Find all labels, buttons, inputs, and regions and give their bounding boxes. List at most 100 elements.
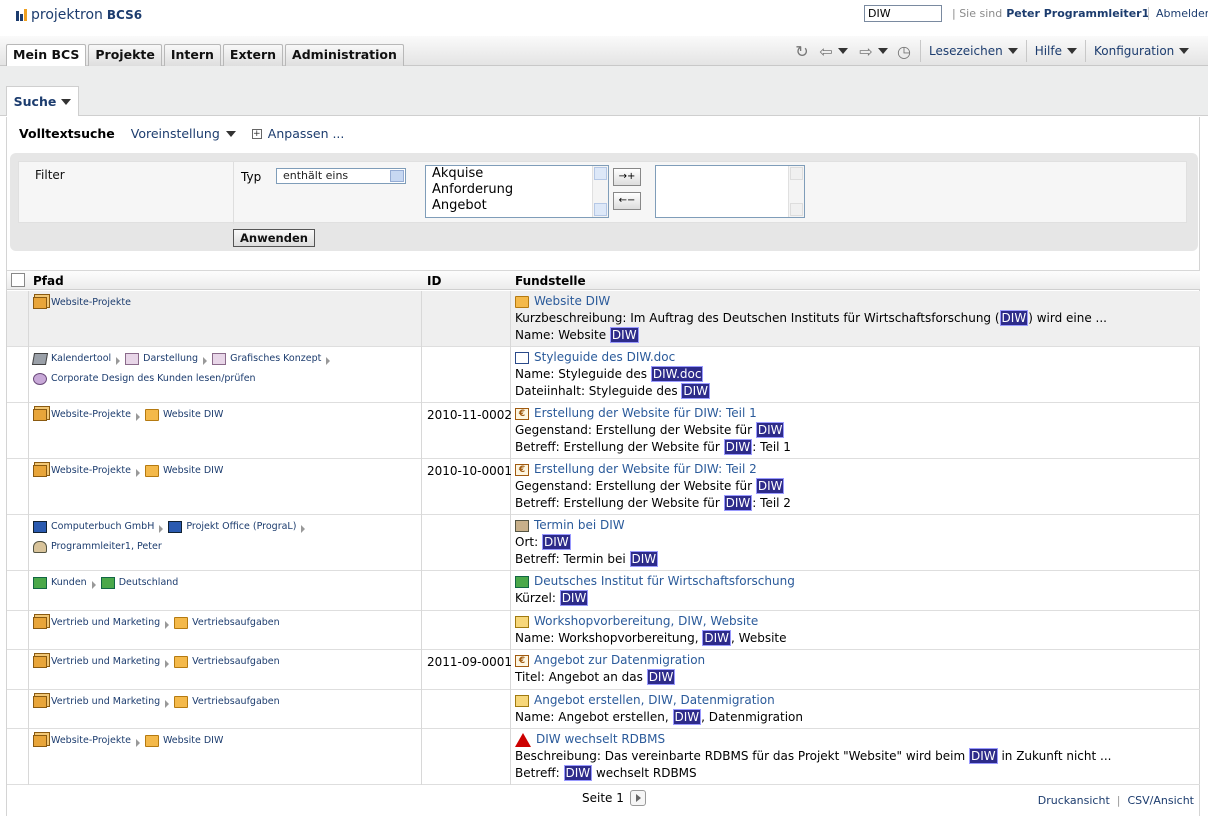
search-highlight: DIW xyxy=(672,709,702,725)
table-row[interactable]: Website-Projekte Website DIW Kurzbeschreib… xyxy=(7,291,1200,347)
folder-icon xyxy=(174,617,189,629)
path-segment[interactable]: Website-Projekte xyxy=(33,407,131,423)
hit-title-link[interactable]: € Erstellung der Website für DIW: Teil 2 xyxy=(515,461,1195,478)
person-icon xyxy=(33,541,47,553)
back-history-dropdown-icon[interactable] xyxy=(838,48,848,54)
path-segment-label: Website-Projekte xyxy=(51,735,131,746)
hit-line: Beschreibung: Das vereinbarte RDBMS für … xyxy=(515,748,1195,765)
print-view-link[interactable]: Druckansicht xyxy=(1038,794,1110,807)
path-segment[interactable]: Corporate Design des Kunden lesen/prüfen xyxy=(33,371,256,387)
path-segment-label: Darstellung xyxy=(143,353,199,364)
path-segment[interactable]: Website-Projekte xyxy=(33,733,131,749)
available-types-list[interactable]: Akquise Anforderung Angebot xyxy=(425,165,609,218)
hit-title-link[interactable]: € Angebot zur Datenmigration xyxy=(515,652,1195,669)
add-type-button[interactable]: →+ xyxy=(613,168,641,186)
path-segment[interactable]: Vertriebsaufgaben xyxy=(174,615,280,631)
logout-link[interactable]: Abmelden xyxy=(1148,7,1208,20)
list-scrollbar[interactable] xyxy=(788,166,804,217)
next-page-icon[interactable] xyxy=(629,790,646,806)
path-segment[interactable]: Vertrieb und Marketing xyxy=(33,654,160,670)
table-row[interactable]: Website-Projekte Website DIW 2010-11-0002 €… xyxy=(7,403,1200,459)
tab-administration[interactable]: Administration xyxy=(285,44,404,66)
path-segment[interactable]: Vertrieb und Marketing xyxy=(33,694,160,710)
column-path[interactable]: Pfad xyxy=(33,274,64,288)
refresh-icon[interactable]: ↻ xyxy=(790,40,814,62)
column-id[interactable]: ID xyxy=(427,274,441,288)
list-item[interactable]: Anforderung xyxy=(426,182,608,198)
search-tab[interactable]: Suche xyxy=(6,86,79,116)
path-segment[interactable]: Kunden xyxy=(33,575,87,591)
path-segment[interactable]: Deutschland xyxy=(100,575,178,591)
tab-mein-bcs[interactable]: Mein BCS xyxy=(6,44,87,66)
hit-title-link[interactable]: Termin bei DIW xyxy=(515,517,1195,534)
path-segment[interactable]: Computerbuch GmbH xyxy=(33,519,154,535)
forward-history-dropdown-icon[interactable] xyxy=(878,48,888,54)
table-row[interactable]: Website-Projekte Website DIW 2010-10-0001 €… xyxy=(7,459,1200,515)
path-segment[interactable]: Website-Projekte xyxy=(33,463,131,479)
forward-arrow-icon[interactable]: ⇨ xyxy=(854,40,878,62)
hit-cell: Workshopvorbereitung, DIW, Website Name: … xyxy=(515,613,1195,647)
hit-text: Betreff: xyxy=(515,766,564,780)
calendar-icon xyxy=(31,353,49,365)
preset-menu[interactable]: Voreinstellung xyxy=(131,126,236,141)
customize-link[interactable]: + Anpassen ... xyxy=(251,126,344,141)
path-segment-label: Vertrieb und Marketing xyxy=(51,617,161,628)
path-segment[interactable]: Projekt Office (PrograL) xyxy=(168,519,296,535)
folder-icon xyxy=(144,735,159,747)
hit-title-link[interactable]: Styleguide des DIW.doc xyxy=(515,349,1195,366)
path-segment[interactable]: Vertrieb und Marketing xyxy=(33,615,160,631)
path-segment[interactable]: Programmleiter1, Peter xyxy=(33,539,162,555)
hit-cell: € Erstellung der Website für DIW: Teil 1 G… xyxy=(515,405,1195,456)
remove-type-button[interactable]: ←− xyxy=(613,192,641,210)
search-tab-caret-icon xyxy=(61,98,72,105)
table-row[interactable]: Kunden Deutschland Deutsches Institut für … xyxy=(7,571,1200,611)
path-segment[interactable]: Grafisches Konzept xyxy=(212,351,321,367)
clear-history-icon[interactable]: ◷ xyxy=(892,40,916,62)
tab-extern[interactable]: Extern xyxy=(222,44,284,66)
path-segment[interactable]: Website-Projekte xyxy=(33,295,131,311)
path-segment[interactable]: Website DIW xyxy=(144,463,223,479)
tab-intern[interactable]: Intern xyxy=(163,44,221,66)
tab-projekte[interactable]: Projekte xyxy=(88,44,162,66)
sub-navigation: Suche xyxy=(0,66,1208,116)
expand-plus-icon: + xyxy=(251,128,262,139)
hit-title-link[interactable]: DIW wechselt RDBMS xyxy=(515,731,1195,748)
path-segment[interactable]: Vertriebsaufgaben xyxy=(174,654,280,670)
csv-view-link[interactable]: CSV/Ansicht xyxy=(1127,794,1194,807)
hit-text: Ort: xyxy=(515,535,542,549)
hit-title-link[interactable]: Workshopvorbereitung, DIW, Website xyxy=(515,613,1195,630)
table-row[interactable]: Website-Projekte Website DIW DIW wechselt … xyxy=(7,729,1200,785)
list-scrollbar[interactable] xyxy=(592,166,608,217)
hit-title-link[interactable]: Angebot erstellen, DIW, Datenmigration xyxy=(515,692,1195,709)
config-menu[interactable]: Konfiguration xyxy=(1090,44,1193,58)
apply-button[interactable]: Anwenden xyxy=(233,229,315,247)
path-segment[interactable]: Website DIW xyxy=(144,733,223,749)
help-menu[interactable]: Hilfe xyxy=(1031,44,1081,58)
table-row[interactable]: Vertrieb und Marketing Vertriebsaufgaben A… xyxy=(7,690,1200,729)
path-segment[interactable]: Darstellung xyxy=(125,351,198,367)
hit-title-link[interactable]: Deutsches Institut für Wirtschaftsforsch… xyxy=(515,573,1195,590)
table-row[interactable]: Kalendertool Darstellung Grafisches Konzep… xyxy=(7,347,1200,403)
path-segment[interactable]: Website DIW xyxy=(144,407,223,423)
path-cell: Kunden Deutschland xyxy=(33,575,423,595)
path-segment[interactable]: Kalendertool xyxy=(31,351,111,367)
table-row[interactable]: Vertrieb und Marketing Vertriebsaufgaben 2… xyxy=(7,650,1200,690)
user-name[interactable]: Peter Programmleiter1 xyxy=(1006,7,1149,20)
hit-title-link[interactable]: € Erstellung der Website für DIW: Teil 1 xyxy=(515,405,1195,422)
path-segment[interactable]: Vertriebsaufgaben xyxy=(174,694,280,710)
hit-cell: Styleguide des DIW.doc Name: Styleguide d… xyxy=(515,349,1195,400)
type-operator-select[interactable]: enthält eins xyxy=(276,168,406,184)
list-item[interactable]: Akquise xyxy=(426,166,608,182)
column-config-icon[interactable] xyxy=(11,273,25,287)
list-item[interactable]: Angebot xyxy=(426,198,608,214)
selected-types-list[interactable] xyxy=(655,165,805,218)
hit-cell: Website DIW Kurzbeschreibung: Im Auftrag … xyxy=(515,293,1195,344)
bookmarks-menu[interactable]: Lesezeichen xyxy=(925,44,1022,58)
table-row[interactable]: Vertrieb und Marketing Vertriebsaufgaben W… xyxy=(7,611,1200,650)
quick-search-input[interactable] xyxy=(864,5,942,22)
table-row[interactable]: Computerbuch GmbH Projekt Office (PrograL… xyxy=(7,515,1200,571)
column-hit[interactable]: Fundstelle xyxy=(515,274,586,288)
back-arrow-icon[interactable]: ⇦ xyxy=(814,40,838,62)
hit-title-link[interactable]: Website DIW xyxy=(515,293,1195,310)
folder-stack-icon xyxy=(33,617,47,629)
